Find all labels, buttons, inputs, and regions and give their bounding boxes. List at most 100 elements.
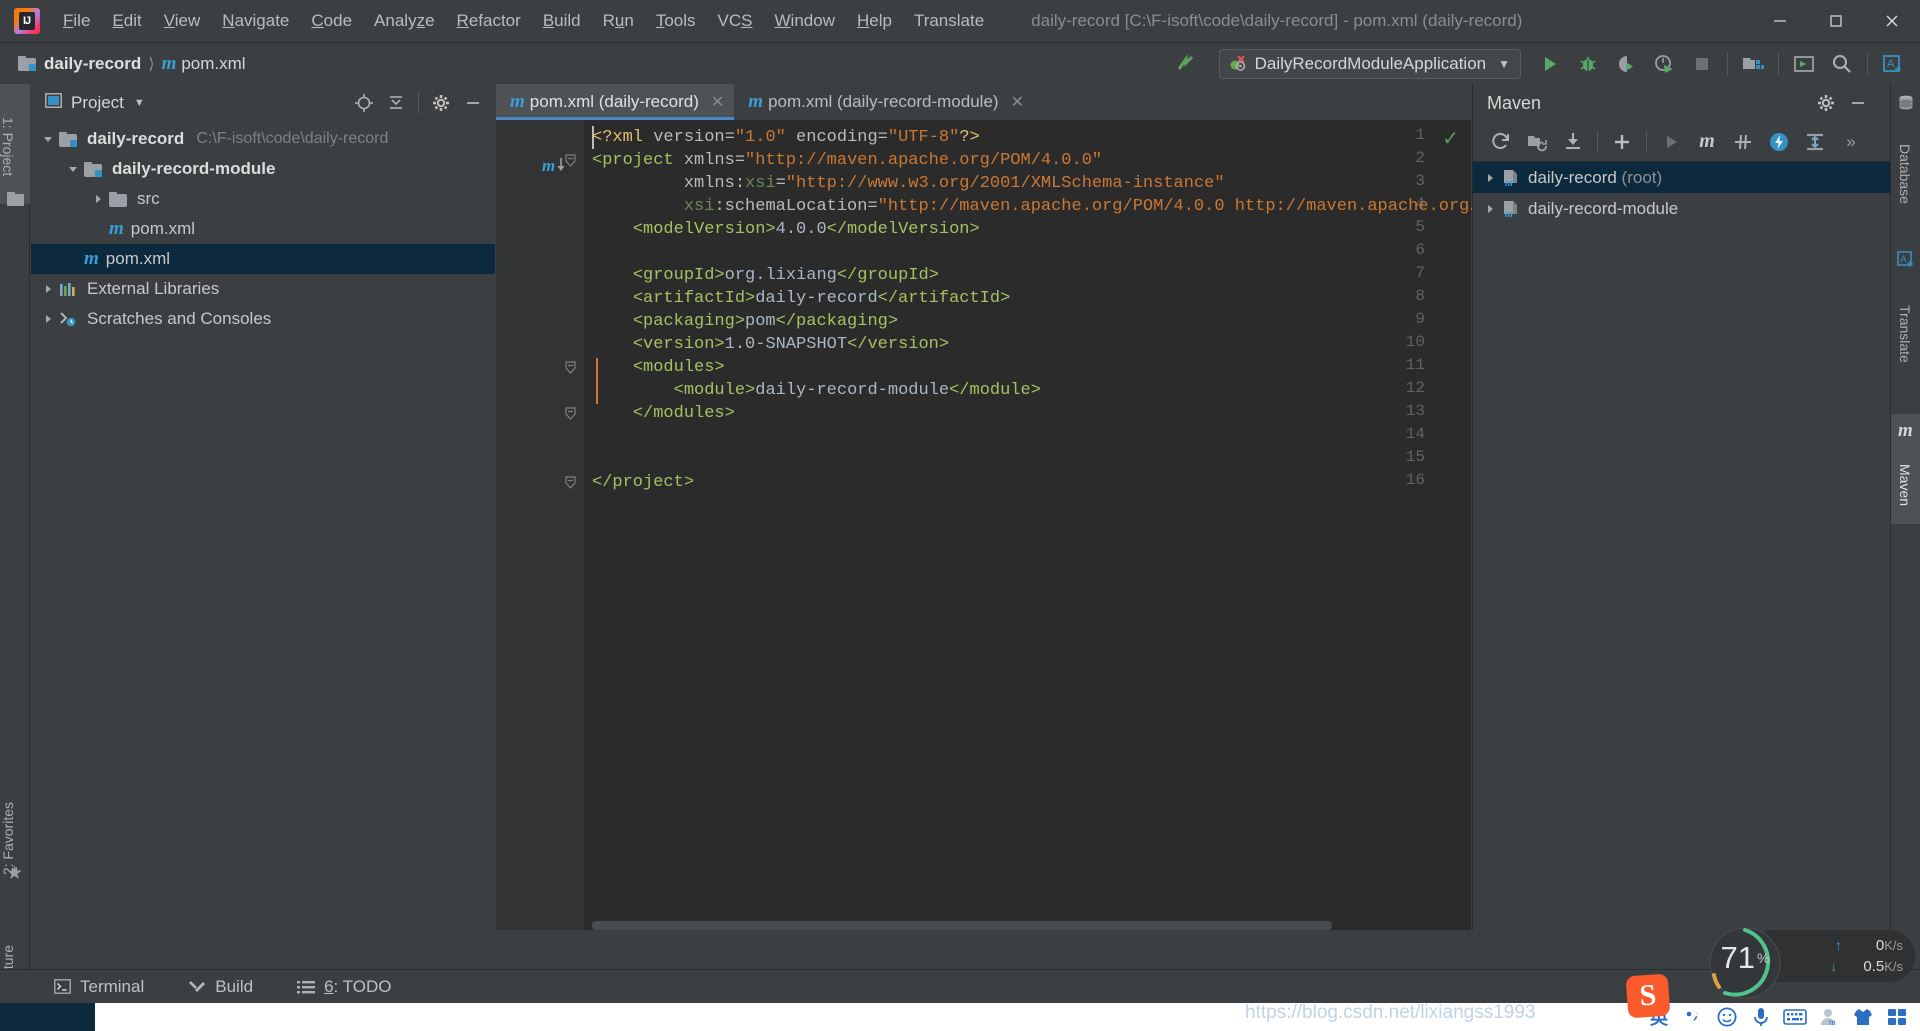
chevron-right-icon[interactable] [89, 190, 107, 208]
sidebar-item-database[interactable]: Database [1891, 114, 1920, 234]
tree-item-external-libraries[interactable]: External Libraries [31, 274, 495, 304]
reimport-all-maven-projects-button[interactable] [1483, 125, 1519, 159]
menu-item-view[interactable]: View [153, 7, 212, 35]
chevron-right-icon[interactable] [39, 310, 57, 328]
sidebar-item-project[interactable]: 1: Project [0, 84, 30, 204]
menu-item-help[interactable]: Help [846, 7, 903, 35]
line-number: 15 [1405, 448, 1425, 466]
collapse-all-button[interactable] [380, 88, 412, 118]
menu-item-analyze[interactable]: Analyze [363, 7, 446, 35]
code-fold-marker[interactable] [564, 407, 578, 421]
menu-item-vcs[interactable]: VCS [707, 7, 764, 35]
project-structure-button[interactable] [1734, 46, 1772, 82]
bottom-item-terminal[interactable]: Terminal [54, 977, 144, 997]
editor-tab-1[interactable]: m pom.xml (daily-record-module) ✕ [734, 84, 1034, 120]
code-fold-marker[interactable] [564, 361, 578, 375]
maven-hide-button[interactable] [1842, 88, 1874, 118]
editor-gutter[interactable] [496, 120, 584, 930]
ime-emoji-icon[interactable] [1710, 1003, 1744, 1031]
debug-button[interactable] [1569, 46, 1607, 82]
editor-tab-0[interactable]: m pom.xml (daily-record) ✕ [496, 84, 735, 120]
sidebar-item-translate[interactable]: Translate [1891, 274, 1920, 394]
inspection-status-icon[interactable]: ✓ [1442, 126, 1459, 151]
gear-icon[interactable] [425, 88, 457, 118]
menu-item-code[interactable]: Code [300, 7, 363, 35]
system-monitor-widget[interactable]: ↑ 0 K/s ↓ 0.5 K/s 71 % [1707, 925, 1915, 999]
breadcrumb-item-project[interactable]: daily-record [18, 54, 141, 74]
run-with-coverage-button[interactable] [1607, 46, 1645, 82]
close-icon[interactable]: ✕ [1011, 92, 1024, 112]
build-project-button[interactable] [1167, 46, 1205, 82]
run-button[interactable] [1531, 46, 1569, 82]
maven-more-options-button[interactable]: » [1833, 125, 1869, 159]
menu-item-window[interactable]: Window [764, 7, 846, 35]
execute-maven-goal-button[interactable]: m [1689, 125, 1725, 159]
close-button[interactable] [1864, 0, 1920, 42]
taskbar-start-region[interactable] [0, 1003, 95, 1031]
toggle-offline-mode-button[interactable] [1761, 125, 1797, 159]
ime-user-icon[interactable]: m [1812, 1003, 1846, 1031]
code-fold-marker[interactable] [564, 476, 578, 490]
ime-voice-icon[interactable] [1744, 1003, 1778, 1031]
maven-tree-item-0[interactable]: m daily-record (root) [1473, 162, 1890, 193]
menu-item-build[interactable]: Build [532, 7, 592, 35]
minimize-button[interactable] [1752, 0, 1808, 42]
chevron-down-icon[interactable] [39, 130, 57, 148]
menu-item-refactor[interactable]: Refactor [446, 7, 532, 35]
code-editor[interactable]: m ✓ 1 <?xml version="1.0" encoding="UTF-8… [496, 120, 1592, 930]
module-folder-icon [84, 161, 102, 177]
menu-item-tools[interactable]: Tools [645, 7, 707, 35]
bottom-item-todo[interactable]: 6: TODO [297, 977, 391, 997]
menu-bar: IJ File Edit View Navigate Code Analyze Refact… [0, 0, 1920, 42]
line-number: 12 [1405, 379, 1425, 397]
ime-keyboard-icon[interactable] [1778, 1003, 1812, 1031]
download-sources-button[interactable] [1555, 125, 1591, 159]
ime-toolbox-icon[interactable] [1880, 1003, 1914, 1031]
code-token-tagname: <groupId> [632, 266, 725, 285]
maven-settings-gear-icon[interactable] [1810, 88, 1842, 118]
chevron-down-icon[interactable] [64, 160, 82, 178]
code-line: <modelVersion>4.0.0</modelVersion> [592, 218, 980, 241]
run-configuration-selector[interactable]: DailyRecordModuleApplication ▼ [1218, 48, 1521, 79]
run-configuration-label: DailyRecordModuleApplication [1254, 53, 1487, 73]
code-token-tagname: </modelVersion> [826, 220, 980, 239]
terminal-window-button[interactable] [1785, 46, 1823, 82]
editor-horizontal-scrollbar[interactable] [592, 921, 1332, 930]
tree-item-src[interactable]: src [31, 184, 495, 214]
code-fold-marker[interactable] [564, 154, 578, 168]
maximize-button[interactable] [1808, 0, 1864, 42]
menu-item-file[interactable]: File [52, 7, 101, 35]
close-icon[interactable]: ✕ [711, 92, 724, 112]
scroll-from-source-button[interactable] [348, 88, 380, 118]
menu-item-translate[interactable]: Translate [903, 7, 995, 35]
generate-sources-button[interactable] [1519, 125, 1555, 159]
maven-tree-item-1[interactable]: m daily-record-module [1473, 193, 1890, 224]
taskbar-open-window[interactable] [95, 1007, 595, 1027]
menu-item-run[interactable]: Run [592, 7, 645, 35]
chevron-right-icon[interactable] [1481, 200, 1499, 218]
chevron-right-icon[interactable] [39, 280, 57, 298]
breadcrumb-item-file[interactable]: m pom.xml [162, 53, 246, 75]
tree-item-daily-record-module[interactable]: daily-record-module [31, 154, 495, 184]
tree-item-pom-xml[interactable]: m pom.xml [31, 244, 495, 274]
menu-item-navigate[interactable]: Navigate [211, 7, 300, 35]
bottom-item-build[interactable]: Build [188, 977, 253, 997]
ime-skin-icon[interactable] [1846, 1003, 1880, 1031]
menu-item-edit[interactable]: Edit [101, 7, 152, 35]
tree-item-daily-record[interactable]: daily-record C:\F-isoft\code\daily-record [31, 124, 495, 154]
run-maven-build-button[interactable] [1653, 125, 1689, 159]
add-maven-project-button[interactable] [1604, 125, 1640, 159]
sogou-ime-icon[interactable]: S [1625, 973, 1671, 1019]
tree-item-scratches-and-consoles[interactable]: Scratches and Consoles [31, 304, 495, 334]
maven-m-icon: m [161, 52, 177, 74]
ime-punctuation-icon[interactable] [1676, 1003, 1710, 1031]
search-everywhere-button[interactable] [1823, 46, 1861, 82]
hide-panel-button[interactable] [457, 88, 489, 118]
collapse-all-maven-button[interactable] [1797, 125, 1833, 159]
translate-button[interactable]: A [1874, 46, 1912, 82]
profile-button[interactable] [1645, 46, 1683, 82]
chevron-right-icon[interactable] [1481, 169, 1499, 187]
stop-button[interactable] [1683, 46, 1721, 82]
tree-item-pom-xml[interactable]: m pom.xml [31, 214, 495, 244]
toggle-skip-tests-button[interactable] [1725, 125, 1761, 159]
